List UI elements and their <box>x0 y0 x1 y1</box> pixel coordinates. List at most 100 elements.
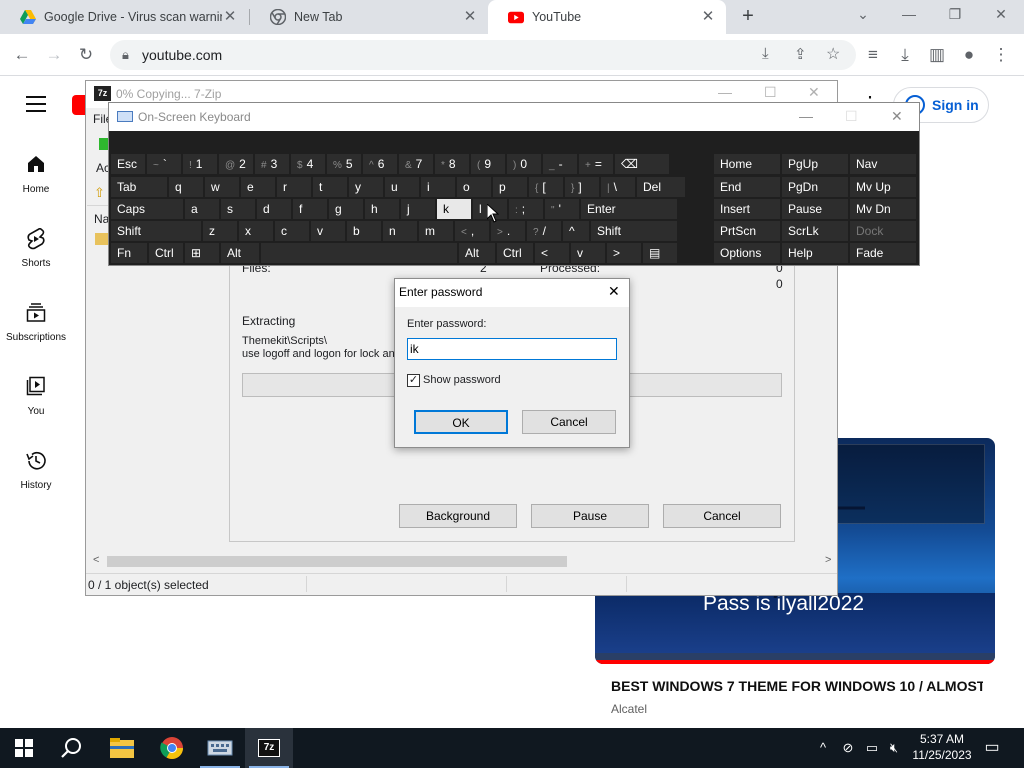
ok-button[interactable]: OK <box>414 410 508 434</box>
osk-key[interactable]: ) 0 <box>507 154 541 174</box>
close-icon[interactable]: ✕ <box>700 9 716 25</box>
osk-key[interactable]: ▤ <box>643 243 677 263</box>
restore-button[interactable]: ❐ <box>932 0 978 30</box>
sidebar-item-home[interactable]: Home <box>0 154 72 195</box>
sidebar-item-subscriptions[interactable]: Subscriptions <box>0 302 72 343</box>
osk-key[interactable]: q <box>169 177 203 197</box>
osk-nav-key[interactable]: Insert <box>714 199 780 219</box>
osk-nav-key[interactable]: Help <box>782 243 848 263</box>
notification-tray-icon[interactable]: ▭ <box>864 740 880 756</box>
osk-key[interactable]: b <box>347 221 381 241</box>
tab-youtube[interactable]: YouTube ✕ <box>488 0 726 34</box>
osk-key[interactable]: Caps <box>111 199 183 219</box>
osk-key[interactable]: % 5 <box>327 154 361 174</box>
video-channel[interactable]: Alcatel <box>611 702 647 716</box>
osk-taskbar-button[interactable] <box>196 728 244 768</box>
osk-key[interactable]: u <box>385 177 419 197</box>
osk-key[interactable]: v <box>311 221 345 241</box>
close-button[interactable]: ✕ <box>891 108 903 125</box>
file-explorer-button[interactable] <box>98 728 146 768</box>
osk-key[interactable]: (9 <box>471 154 505 174</box>
show-hidden-icons-icon[interactable]: ^ <box>815 740 831 756</box>
minimize-button[interactable]: — <box>799 108 813 124</box>
menu-kebab-icon[interactable]: ⋮ <box>988 42 1014 68</box>
download-icon[interactable]: ⤓ <box>892 42 918 68</box>
osk-key[interactable]: Alt <box>459 243 495 263</box>
clock[interactable]: 5:37 AM 11/25/2023 <box>912 732 972 762</box>
osk-key[interactable]: g <box>329 199 363 219</box>
password-input[interactable] <box>407 338 617 360</box>
close-icon[interactable]: ✕ <box>608 283 620 300</box>
show-password-label[interactable]: Show password <box>423 374 501 386</box>
background-button[interactable]: Background <box>399 504 517 528</box>
osk-key[interactable]: #3 <box>255 154 289 174</box>
action-center-icon[interactable]: ▭ <box>984 740 1000 756</box>
forward-icon[interactable]: → <box>41 42 67 68</box>
osk-key[interactable]: ^ 6 <box>363 154 397 174</box>
osk-nav-key[interactable]: Nav <box>850 154 916 174</box>
minimize-button[interactable]: — <box>886 0 932 30</box>
sidebar-item-history[interactable]: History <box>0 450 72 491</box>
lock-icon[interactable]: 🔒︎ <box>122 47 129 63</box>
osk-key[interactable]: r <box>277 177 311 197</box>
osk-key[interactable]: k <box>437 199 471 219</box>
osk-key[interactable]: w <box>205 177 239 197</box>
osk-key[interactable]: Shift <box>111 221 201 241</box>
osk-key[interactable]: :; <box>509 199 543 219</box>
osk-key[interactable]: < <box>535 243 569 263</box>
show-password-checkbox[interactable]: ✓ <box>407 374 420 387</box>
osk-key[interactable]: c <box>275 221 309 241</box>
video-title[interactable]: BEST WINDOWS 7 THEME FOR WINDOWS 10 / AL… <box>611 678 983 694</box>
osk-key[interactable]: ^ <box>563 221 589 241</box>
osk-key[interactable]: a <box>185 199 219 219</box>
osk-key[interactable] <box>261 243 457 263</box>
volume-muted-icon[interactable]: 🔇︎ <box>886 740 902 756</box>
osk-key[interactable]: Ctrl <box>149 243 183 263</box>
close-icon[interactable]: ✕ <box>222 9 238 25</box>
osk-key[interactable]: " ' <box>545 199 579 219</box>
bookmark-star-icon[interactable]: ☆ <box>826 44 840 64</box>
osk-key[interactable]: Fn <box>111 243 147 263</box>
osk-key[interactable]: Tab <box>111 177 167 197</box>
osk-key[interactable]: v <box>571 243 605 263</box>
osk-key[interactable]: Enter <box>581 199 677 219</box>
sevenzip-taskbar-button[interactable]: 7z <box>245 728 293 768</box>
media-control-icon[interactable]: ≡ <box>860 42 886 68</box>
horizontal-scrollbar[interactable]: < > <box>87 553 837 570</box>
osk-key[interactable]: Esc <box>111 154 145 174</box>
profile-icon[interactable]: ● <box>956 42 982 68</box>
scroll-right-icon[interactable]: > <box>825 554 831 566</box>
cancel-button[interactable]: Cancel <box>663 504 781 528</box>
chrome-taskbar-button[interactable] <box>148 728 196 768</box>
osk-key[interactable]: @2 <box>219 154 253 174</box>
osk-key[interactable]: {[ <box>529 177 563 197</box>
osk-key[interactable]: s <box>221 199 255 219</box>
osk-key[interactable]: <, <box>455 221 489 241</box>
osk-key[interactable]: ⊞ <box>185 243 219 263</box>
osk-key[interactable]: i <box>421 177 455 197</box>
osk-key[interactable]: Alt <box>221 243 259 263</box>
osk-key[interactable]: ⌫ <box>615 154 669 174</box>
osk-key[interactable]: ? / <box>527 221 561 241</box>
new-tab-button[interactable]: + <box>736 5 760 29</box>
hamburger-menu-icon[interactable] <box>26 96 46 112</box>
osk-key[interactable]: y <box>349 177 383 197</box>
cancel-button[interactable]: Cancel <box>522 410 616 434</box>
maximize-button[interactable]: ☐ <box>764 84 777 101</box>
start-button[interactable] <box>0 728 48 768</box>
sidebar-item-shorts[interactable]: Shorts <box>0 227 72 269</box>
address-bar[interactable]: 🔒︎ youtube.com ⤓ ⇪ ☆ <box>110 40 856 70</box>
sidebar-item-you[interactable]: You <box>0 376 72 417</box>
back-icon[interactable]: ← <box>9 42 35 68</box>
osk-key[interactable]: o <box>457 177 491 197</box>
osk-key[interactable]: ~ ` <box>147 154 181 174</box>
tab-search-icon[interactable]: ⌄ <box>840 0 886 30</box>
osk-nav-key[interactable]: Options <box>714 243 780 263</box>
minimize-button[interactable]: — <box>718 84 732 100</box>
osk-key[interactable]: | \ <box>601 177 635 197</box>
osk-key[interactable]: j <box>401 199 435 219</box>
osk-key[interactable]: Del <box>637 177 685 197</box>
osk-nav-key[interactable]: Pause <box>782 199 848 219</box>
osk-key[interactable]: ! 1 <box>183 154 217 174</box>
osk-nav-key[interactable]: PgDn <box>782 177 848 197</box>
